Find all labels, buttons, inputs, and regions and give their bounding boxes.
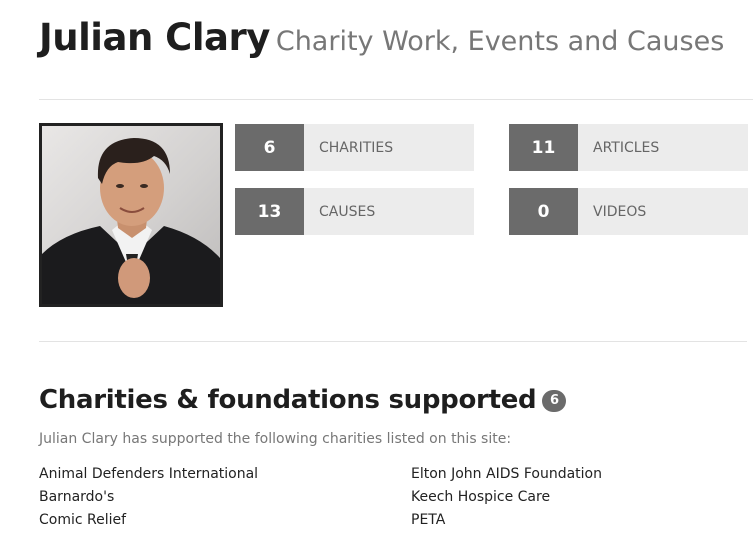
charities-count-badge: 6: [542, 389, 567, 412]
charity-link[interactable]: Elton John AIDS Foundation: [411, 465, 602, 488]
stat-articles-label: ARTICLES: [593, 139, 660, 156]
profile-photo: [39, 123, 223, 307]
charity-list-left: Animal Defenders International Barnardo'…: [39, 465, 258, 534]
charity-link[interactable]: Barnardo's: [39, 488, 258, 511]
charity-link[interactable]: Comic Relief: [39, 511, 258, 534]
top-divider: [39, 99, 753, 100]
stat-videos-count: 0: [509, 188, 578, 235]
stat-charities-count: 6: [235, 124, 304, 171]
charities-heading-text: Charities & foundations supported: [39, 385, 537, 415]
charity-list-right: Elton John AIDS Foundation Keech Hospice…: [411, 465, 602, 534]
charities-intro: Julian Clary has supported the following…: [39, 431, 512, 447]
stat-charities[interactable]: 6 CHARITIES: [235, 124, 474, 171]
stat-causes-label: CAUSES: [319, 203, 376, 220]
charity-link[interactable]: PETA: [411, 511, 602, 534]
stat-videos[interactable]: 0 VIDEOS: [509, 188, 748, 235]
charity-link[interactable]: Animal Defenders International: [39, 465, 258, 488]
stat-causes-count: 13: [235, 188, 304, 235]
stat-articles-count: 11: [509, 124, 578, 171]
celebrity-name: Julian Clary: [39, 16, 270, 59]
charities-heading: Charities & foundations supported 6: [39, 385, 567, 415]
portrait-image: [42, 138, 220, 304]
stat-charities-label: CHARITIES: [319, 139, 394, 156]
stat-videos-label: VIDEOS: [593, 203, 647, 220]
page-title: Julian Clary Charity Work, Events and Cau…: [39, 16, 724, 59]
stat-articles[interactable]: 11 ARTICLES: [509, 124, 748, 171]
page-subtitle: Charity Work, Events and Causes: [275, 26, 725, 57]
section-divider: [39, 341, 747, 342]
charity-link[interactable]: Keech Hospice Care: [411, 488, 602, 511]
stat-causes[interactable]: 13 CAUSES: [235, 188, 474, 235]
